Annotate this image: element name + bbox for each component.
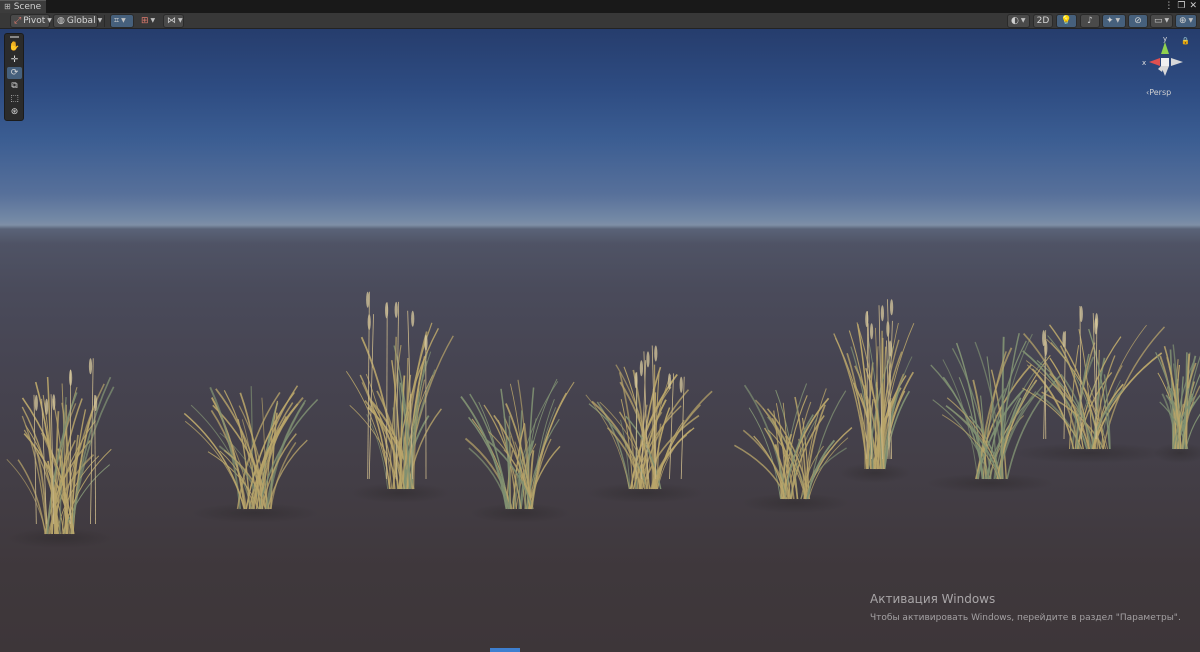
hidden-objects-icon: ⊘ [1134, 15, 1142, 26]
rotate-tool-icon[interactable]: ⟳ [7, 67, 22, 79]
lighting-toggle[interactable]: 💡 [1056, 14, 1077, 28]
globe-icon: ◍ [57, 15, 65, 26]
chevron-down-icon: ▼ [97, 17, 103, 24]
pivot-dropdown[interactable]: ⤢ Pivot ▼ [10, 14, 52, 28]
gizmo-y-label: y [1163, 35, 1167, 43]
audio-toggle[interactable]: ♪ [1080, 14, 1100, 28]
view-tool-hand-icon[interactable]: ✋ [7, 41, 22, 53]
mode-2d-label: 2D [1036, 16, 1050, 26]
watermark-subtitle: Чтобы активировать Windows, перейдите в … [870, 613, 1181, 623]
chevron-down-icon: ▼ [121, 17, 126, 24]
grid-snap-toggle[interactable]: ⌗ ▼ [110, 14, 134, 28]
effects-dropdown[interactable]: ✦ ▼ [1102, 14, 1126, 28]
chevron-down-icon: ▼ [150, 17, 156, 24]
audio-icon: ⋈ [167, 15, 176, 26]
move-tool-icon[interactable]: ✛ [7, 54, 22, 66]
tab-scene[interactable]: ⊞ Scene [0, 0, 46, 13]
gizmos-icon: ⊕ [1179, 15, 1187, 26]
neg-x-axis-cone[interactable] [1171, 58, 1183, 66]
projection-toggle[interactable]: ‹Persp [1146, 88, 1171, 97]
gizmos-dropdown[interactable]: ⊕ ▼ [1175, 14, 1197, 28]
shading-mode-icon: ◐ [1011, 15, 1019, 26]
chevron-down-icon: ▼ [1020, 17, 1026, 24]
tab-scene-label: Scene [13, 1, 42, 12]
lock-icon[interactable]: 🔒 [1181, 37, 1190, 45]
maximize-icon[interactable]: ❐ [1177, 2, 1185, 11]
snap-increment-icon: ⊞ [141, 15, 149, 26]
chevron-down-icon: ▼ [47, 17, 52, 24]
more-icon[interactable]: ⋮ [1164, 2, 1173, 11]
watermark-title: Активация Windows [870, 592, 996, 606]
rect-tool-icon[interactable]: ⬚ [7, 93, 22, 105]
pivot-label: Pivot [23, 16, 46, 26]
window-controls: ⋮ ❐ ✕ [1164, 0, 1197, 13]
chevron-down-icon: ▼ [178, 17, 183, 24]
shading-mode-dropdown[interactable]: ◐ ▼ [1007, 14, 1030, 28]
gizmo-center-cube[interactable] [1161, 58, 1169, 66]
scale-tool-icon[interactable]: ⧉ [7, 80, 22, 92]
chevron-down-icon: ▼ [1164, 17, 1170, 24]
mode-2d-toggle[interactable]: 2D [1033, 14, 1053, 28]
gizmo-x-label: x [1142, 59, 1146, 67]
x-axis-cone[interactable] [1149, 58, 1160, 66]
chevron-down-icon: ▼ [1115, 17, 1121, 24]
hidden-objects-toggle[interactable]: ⊘ [1128, 14, 1148, 28]
grid-icon: ⊞ [4, 2, 11, 11]
audio-toggle-icon: ♪ [1087, 15, 1093, 26]
global-dropdown[interactable]: ◍ Global ▼ [53, 14, 102, 28]
grass-clumps [6, 291, 1200, 548]
chevron-down-icon: ▼ [1188, 17, 1194, 24]
toolbar-divider [104, 15, 105, 27]
camera-dropdown[interactable]: ▭ ▼ [1150, 14, 1173, 28]
persp-label: Persp [1149, 88, 1172, 97]
drag-handle[interactable] [10, 36, 19, 38]
global-label: Global [66, 16, 96, 26]
audio-dropdown[interactable]: ⋈ ▼ [163, 14, 184, 28]
tools-overlay: ✋ ✛ ⟳ ⧉ ⬚ ⊛ [4, 33, 24, 121]
scene-toolbar: ⤢ Pivot ▼ ◍ Global ▼ ⌗ ▼ ⊞ ▼ ⋈ ▼ ◐ ▼ 2D … [0, 13, 1200, 29]
lighting-icon: 💡 [1060, 15, 1073, 26]
snap-increment-dropdown[interactable]: ⊞ ▼ [137, 14, 160, 28]
scene-viewport[interactable]: ✋ ✛ ⟳ ⧉ ⬚ ⊛ y x 🔒 ‹Persp Активация Windo… [0, 29, 1200, 652]
grid-snap-icon: ⌗ [114, 15, 120, 26]
windows-activation-watermark: Активация Windows Чтобы активировать Win… [870, 592, 1181, 624]
move-pivot-icon: ⤢ [14, 15, 22, 26]
taskbar-edge [490, 648, 520, 652]
effects-icon: ✦ [1106, 15, 1114, 26]
window-tab-bar: ⊞ Scene ⋮ ❐ ✕ [0, 0, 1200, 13]
camera-icon: ▭ [1154, 15, 1163, 26]
transform-tool-icon[interactable]: ⊛ [7, 106, 22, 118]
y-axis-cone[interactable] [1161, 42, 1169, 54]
close-icon[interactable]: ✕ [1189, 2, 1197, 11]
